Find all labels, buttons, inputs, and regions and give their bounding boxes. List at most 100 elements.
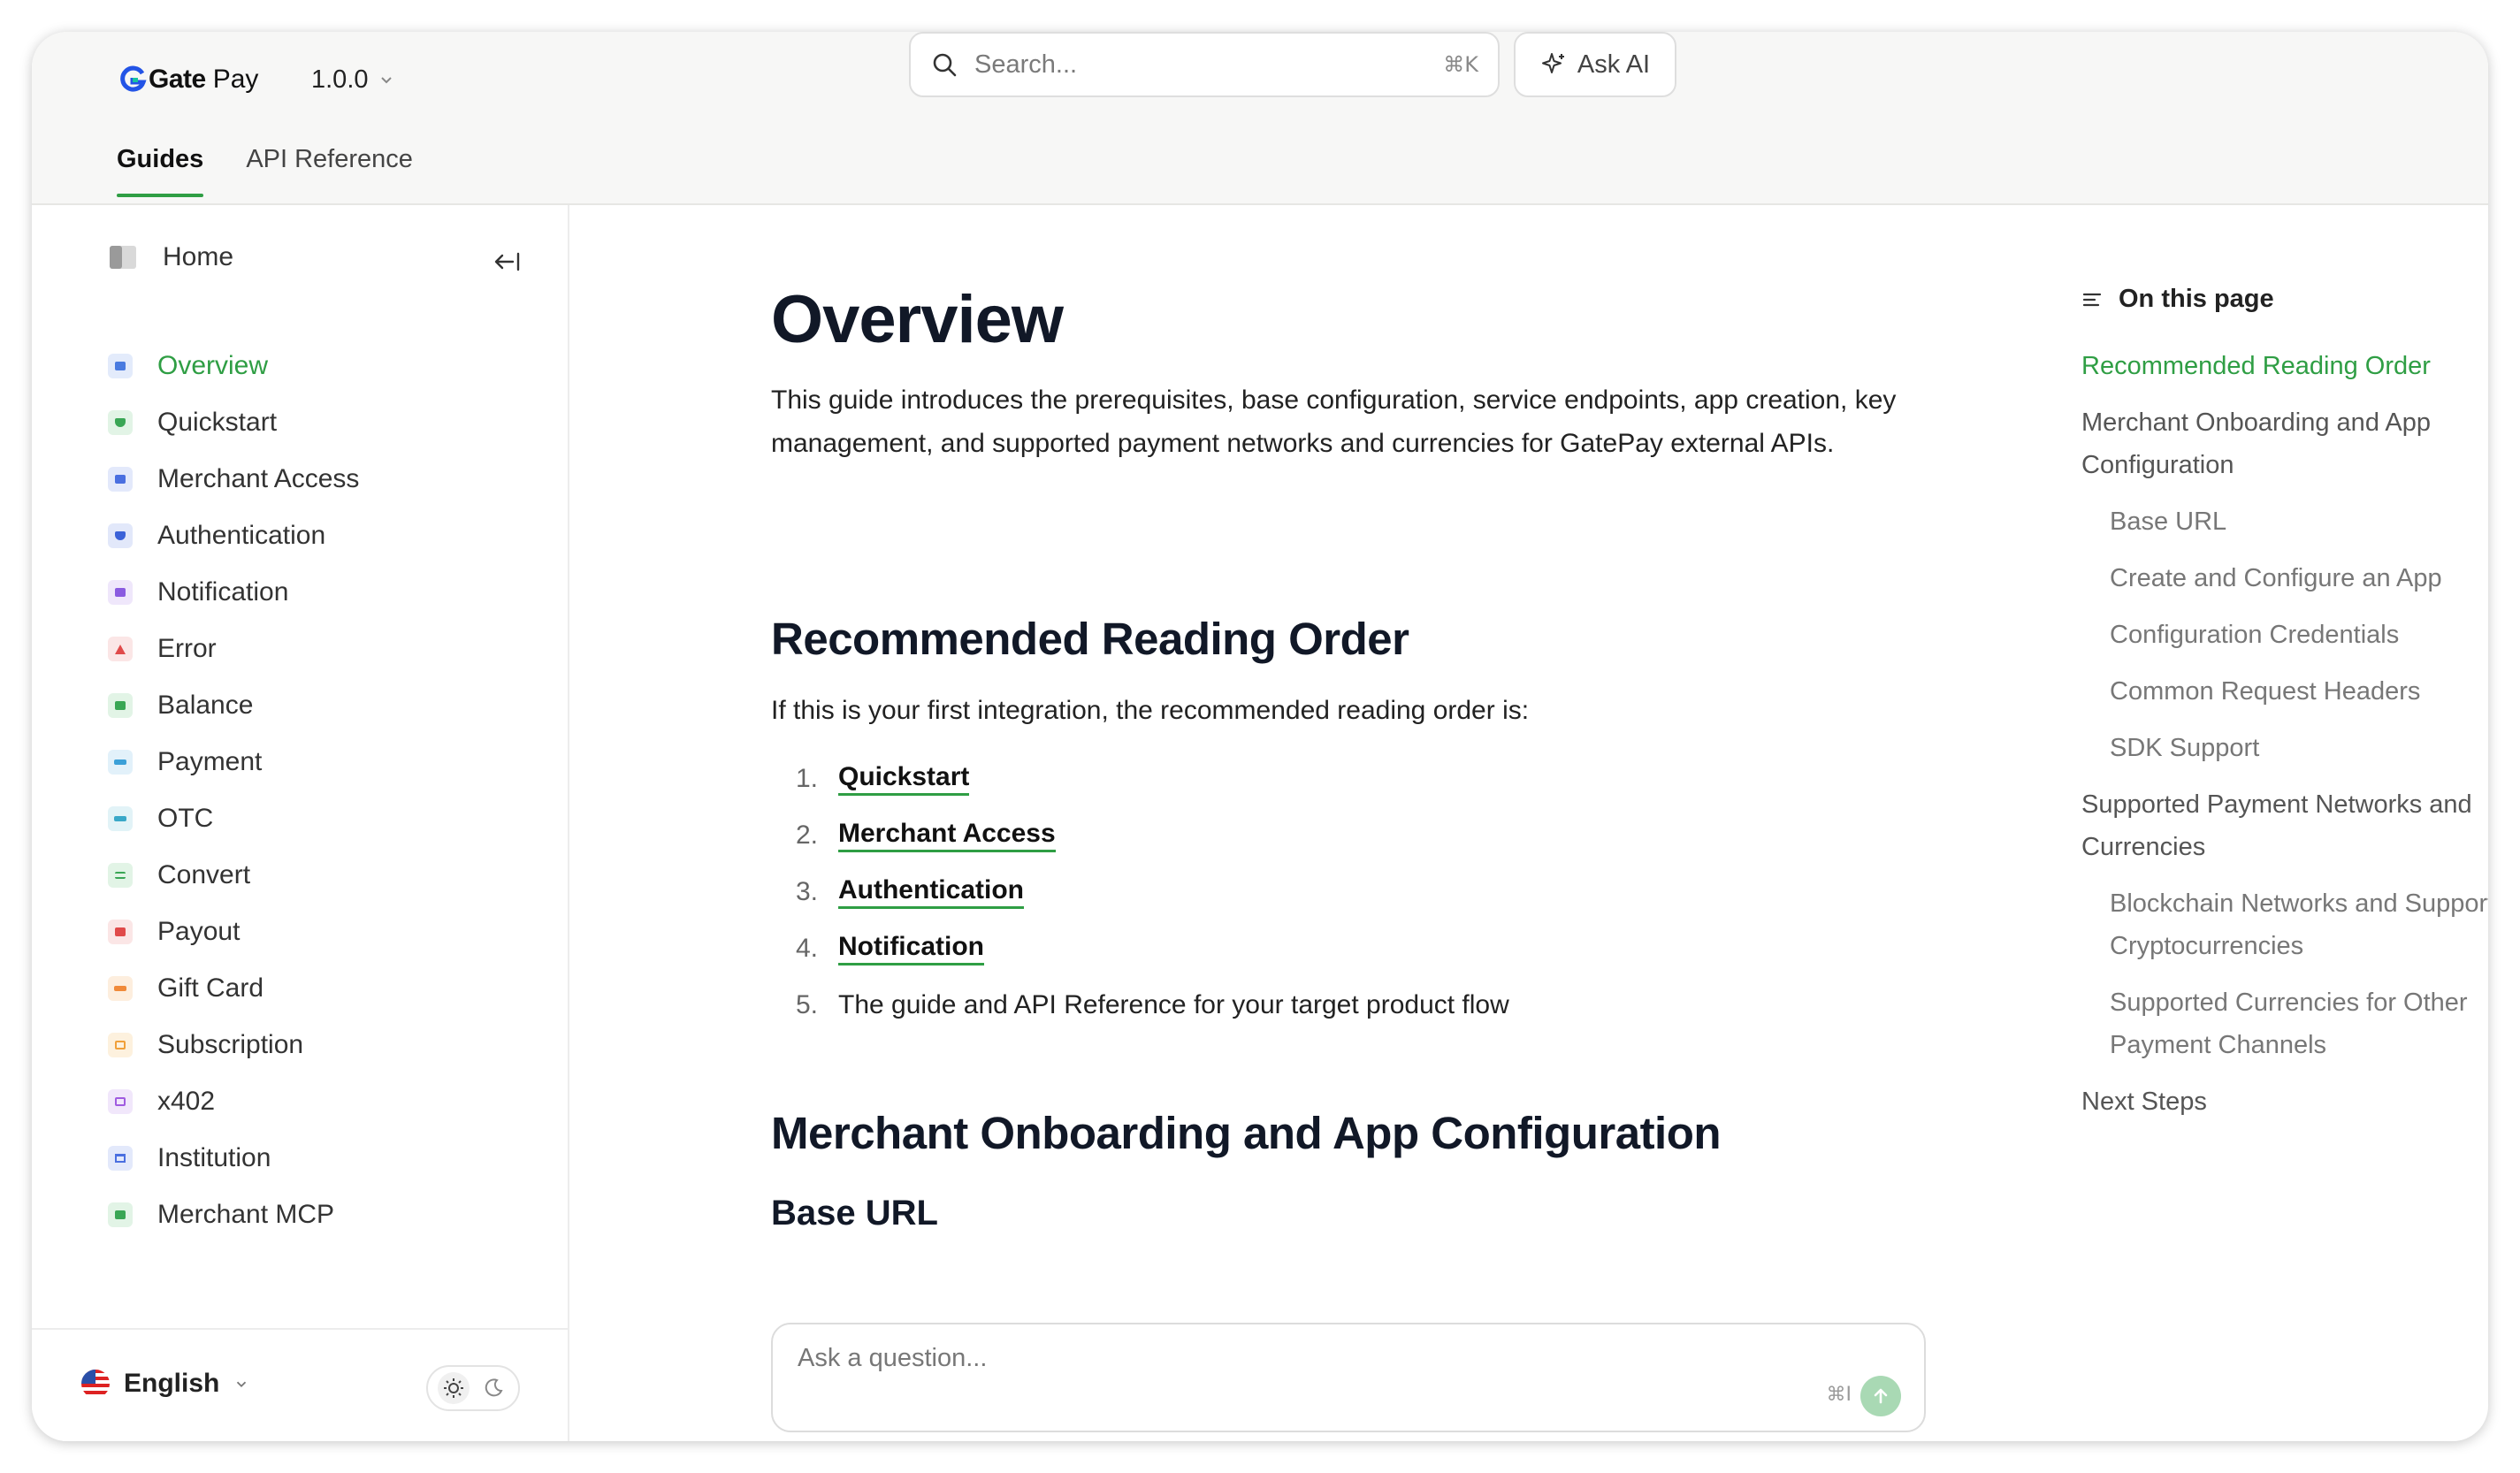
list-number: 2. <box>796 820 819 851</box>
warning-icon <box>108 637 133 661</box>
gift-icon <box>108 976 133 1001</box>
sidebar-item-label: Payout <box>157 917 241 946</box>
sidebar-item-label: Gift Card <box>157 973 264 1003</box>
bank-icon <box>108 1146 133 1171</box>
toc-heading-label: On this page <box>2119 285 2274 313</box>
shield-check-icon <box>108 410 133 435</box>
ask-shortcut: ⌘I <box>1826 1384 1852 1406</box>
arrow-up-icon <box>1874 1388 1888 1404</box>
top-tabs: Guides API Reference <box>117 145 413 197</box>
link-notification[interactable]: Notification <box>838 932 984 965</box>
toc-item-recommended-reading-order[interactable]: Recommended Reading Order <box>2081 338 2488 394</box>
toc-item-merchant-onboarding[interactable]: Merchant Onboarding and App Configuratio… <box>2081 394 2488 493</box>
dark-mode-icon[interactable] <box>477 1372 509 1404</box>
section-heading-reading-order: Recommended Reading Order <box>771 614 1409 664</box>
sidebar-home[interactable]: Home <box>108 242 233 272</box>
brand-suffix: Pay <box>212 65 259 94</box>
light-mode-icon[interactable] <box>437 1372 470 1404</box>
search-placeholder: Search... <box>974 50 1078 79</box>
sidebar-item-otc[interactable]: OTC <box>108 790 359 847</box>
sidebar-item-label: Institution <box>157 1143 271 1172</box>
overview-icon <box>108 354 133 378</box>
sidebar-nav: Overview Quickstart Merchant Access Auth… <box>108 338 359 1243</box>
list-number: 1. <box>796 764 819 794</box>
sidebar-item-label: Subscription <box>157 1030 304 1059</box>
language-selector[interactable]: English <box>81 1369 249 1399</box>
search-bar[interactable]: Search... ⌘K <box>909 32 1500 97</box>
sidebar-item-label: Payment <box>157 747 263 776</box>
top-header: Gate Pay 1.0.0 Search... ⌘K Ask AI Guide… <box>32 32 2488 205</box>
chevron-down-icon <box>237 1381 247 1387</box>
brand-name: Gate <box>149 65 206 94</box>
sidebar-item-label: Convert <box>157 860 251 889</box>
toc-item-supported-networks[interactable]: Supported Payment Networks and Currencie… <box>2081 776 2488 875</box>
sidebar-item-merchant-access[interactable]: Merchant Access <box>108 451 359 508</box>
book-icon <box>110 246 136 269</box>
list-item: 1. Quickstart <box>771 751 1921 807</box>
toc-heading: On this page <box>2081 285 2274 314</box>
collapse-sidebar-icon[interactable] <box>492 246 523 278</box>
send-button[interactable] <box>1860 1376 1901 1416</box>
sidebar-item-convert[interactable]: Convert <box>108 847 359 904</box>
sidebar-item-payout[interactable]: Payout <box>108 904 359 960</box>
tab-guides[interactable]: Guides <box>117 145 204 197</box>
chevron-down-icon <box>380 77 392 84</box>
page-title: Overview <box>771 282 1064 357</box>
us-flag-icon <box>81 1370 110 1398</box>
sidebar-item-x402[interactable]: x402 <box>108 1073 359 1130</box>
mcp-icon <box>108 1202 133 1227</box>
sidebar-item-balance[interactable]: Balance <box>108 677 359 734</box>
app-window: Gate Pay 1.0.0 Search... ⌘K Ask AI Guide… <box>32 32 2488 1441</box>
toc-item-common-request-headers[interactable]: Common Request Headers <box>2081 663 2488 720</box>
list-item: 3. Authentication <box>771 864 1921 920</box>
sidebar-item-notification[interactable]: Notification <box>108 564 359 621</box>
list-number: 4. <box>796 934 819 964</box>
version-label: 1.0.0 <box>311 65 369 94</box>
article: Overview This guide introduces the prere… <box>771 286 1921 1234</box>
tab-api-reference[interactable]: API Reference <box>246 145 413 195</box>
sidebar-item-payment[interactable]: Payment <box>108 734 359 790</box>
protocol-icon <box>108 1089 133 1114</box>
ask-question-input[interactable]: Ask a question... <box>798 1344 987 1373</box>
sidebar-item-error[interactable]: Error <box>108 621 359 677</box>
sidebar-item-label: Balance <box>157 691 254 720</box>
ask-ai-button[interactable]: Ask AI <box>1514 32 1676 97</box>
toc-item-base-url[interactable]: Base URL <box>2081 493 2488 550</box>
search-shortcut: ⌘K <box>1443 52 1478 77</box>
list-item: 2. Merchant Access <box>771 807 1921 864</box>
chat-icon <box>108 580 133 605</box>
toc-item-next-steps[interactable]: Next Steps <box>2081 1073 2488 1130</box>
link-quickstart[interactable]: Quickstart <box>838 762 970 796</box>
toc-item-sdk-support[interactable]: SDK Support <box>2081 720 2488 776</box>
toc-item-blockchain-networks[interactable]: Blockchain Networks and Supported Crypto… <box>2081 875 2488 974</box>
toc-item-create-app[interactable]: Create and Configure an App <box>2081 550 2488 607</box>
toc-item-other-currencies[interactable]: Supported Currencies for Other Payment C… <box>2081 974 2488 1073</box>
list-item: 4. Notification <box>771 920 1921 977</box>
sidebar-item-overview[interactable]: Overview <box>108 338 359 394</box>
card-icon <box>108 750 133 775</box>
section-heading-onboarding: Merchant Onboarding and App Configuratio… <box>771 1108 1722 1159</box>
sidebar-item-institution[interactable]: Institution <box>108 1130 359 1187</box>
sidebar-item-label: Overview <box>157 351 269 380</box>
link-merchant-access[interactable]: Merchant Access <box>838 819 1056 852</box>
sidebar-item-authentication[interactable]: Authentication <box>108 508 359 564</box>
gatepay-logo[interactable]: Gate Pay <box>118 48 258 111</box>
theme-toggle[interactable] <box>426 1365 520 1411</box>
sidebar-item-gift-card[interactable]: Gift Card <box>108 960 359 1017</box>
version-selector[interactable]: 1.0.0 <box>311 48 395 111</box>
sidebar-item-subscription[interactable]: Subscription <box>108 1017 359 1073</box>
sidebar-item-label: Merchant Access <box>157 464 360 493</box>
toc-item-configuration-credentials[interactable]: Configuration Credentials <box>2081 607 2488 663</box>
calendar-icon <box>108 1033 133 1057</box>
ask-question-box[interactable]: Ask a question... ⌘I <box>771 1323 1926 1432</box>
card-icon <box>108 806 133 831</box>
sidebar-item-merchant-mcp[interactable]: Merchant MCP <box>108 1187 359 1243</box>
sidebar-item-quickstart[interactable]: Quickstart <box>108 394 359 451</box>
sparkle-icon <box>1541 53 1564 73</box>
sidebar-item-label: Merchant MCP <box>157 1200 335 1229</box>
language-label: English <box>124 1369 220 1398</box>
ask-ai-label: Ask AI <box>1577 50 1651 79</box>
link-authentication[interactable]: Authentication <box>838 875 1024 909</box>
sidebar-item-label: Quickstart <box>157 408 278 437</box>
reading-order-intro: If this is your first integration, the r… <box>771 696 1530 726</box>
